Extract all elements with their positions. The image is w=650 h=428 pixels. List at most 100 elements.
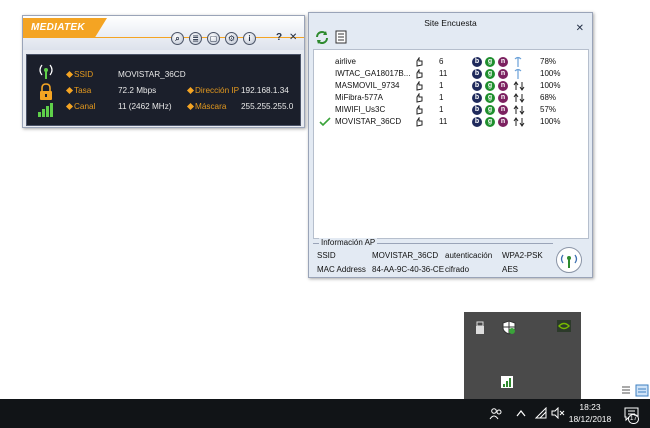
network-channel: 1	[439, 105, 444, 114]
clock-date[interactable]: 18/12/2018	[566, 414, 614, 424]
antenna-open-icon	[514, 68, 522, 79]
b-mode-badge: b	[472, 81, 482, 91]
search-icon[interactable]: ⌕	[171, 32, 184, 45]
secured-icon	[513, 105, 525, 115]
network-ssid: MiFibra-577A	[335, 93, 384, 102]
hand-icon	[416, 93, 423, 103]
mac-value: 84-AA-9C-40-36-CE	[372, 265, 445, 274]
tray-overflow-popup	[464, 312, 581, 399]
logo-underline	[23, 37, 304, 38]
network-row[interactable]: MiFibra-577A 1 b g n 68%	[314, 92, 588, 104]
details-icon[interactable]	[335, 30, 347, 44]
volume-muted-icon[interactable]	[551, 407, 565, 419]
antenna-open-icon	[514, 56, 522, 67]
n-mode-badge: n	[498, 81, 508, 91]
network-channel: 1	[439, 93, 444, 102]
network-ssid: MASMOVIL_9734	[335, 81, 400, 90]
network-row[interactable]: IWTAC_GA18017B... 11 b g n 100%	[314, 68, 588, 80]
b-mode-badge: b	[472, 105, 482, 115]
site-survey-window[interactable]: Site Encuesta ✕ airlive 6 b g n 78% IWTA…	[308, 12, 593, 278]
usb-drive-icon[interactable]	[475, 321, 485, 335]
g-mode-badge: g	[485, 81, 495, 91]
rate-label: Tasa	[74, 86, 92, 95]
hand-icon	[416, 69, 423, 79]
connection-status-panel: SSID MOVISTAR_36CD Tasa 72.2 Mbps Direcc…	[26, 54, 301, 126]
cipher-label: cifrado	[445, 265, 470, 274]
auth-label: autenticación	[445, 251, 493, 260]
g-mode-badge: g	[485, 57, 495, 67]
network-channel: 1	[439, 81, 444, 90]
g-mode-badge: g	[485, 93, 495, 103]
ip-value: 192.168.1.34	[241, 86, 289, 95]
network-ssid: IWTAC_GA18017B...	[335, 69, 411, 78]
channel-row: Canal 11 (2462 MHz) Máscara 255.255.255.…	[27, 99, 302, 115]
network-ssid: MOVISTAR_36CD	[335, 117, 402, 126]
hand-icon	[416, 117, 423, 127]
network-channel: 6	[439, 57, 444, 66]
channel-label: Canal	[74, 102, 96, 111]
wireless-utility-tray-icon[interactable]	[501, 376, 513, 388]
people-icon[interactable]	[489, 407, 503, 421]
network-channel: 11	[439, 69, 448, 78]
defender-shield-icon[interactable]	[502, 320, 516, 335]
hand-icon	[416, 105, 423, 115]
hand-icon	[416, 81, 423, 91]
mask-label: Máscara	[195, 102, 227, 111]
n-mode-badge: n	[498, 69, 508, 79]
network-ssid: MIWIFI_Us3C	[335, 105, 386, 114]
info-icon[interactable]: i	[243, 32, 256, 45]
mask-value: 255.255.255.0	[241, 102, 294, 111]
n-mode-badge: n	[498, 57, 508, 67]
network-list[interactable]: airlive 6 b g n 78% IWTAC_GA18017B... 11…	[313, 49, 589, 239]
taskbar: 18:23 18/12/2018 17	[0, 399, 650, 428]
view-toggle-icons[interactable]	[620, 384, 650, 398]
b-mode-badge: b	[472, 93, 482, 103]
notification-count-badge: 17	[628, 414, 639, 424]
rate-value: 72.2 Mbps	[118, 86, 157, 95]
rate-row: Tasa 72.2 Mbps Dirección IP 192.168.1.34	[27, 83, 302, 99]
mediatek-header[interactable]: MEDIATEK ⌕ ≣ ▢ ⚙ i ? ✕	[23, 16, 304, 50]
close-button[interactable]: ✕	[576, 23, 584, 34]
hand-icon	[416, 57, 423, 67]
mac-label: MAC Address	[317, 265, 366, 274]
refresh-icon[interactable]	[316, 31, 328, 44]
network-ssid: airlive	[335, 57, 356, 66]
network-signal: 78%	[540, 57, 557, 66]
ssid-label: SSID	[74, 70, 94, 79]
chevron-up-icon[interactable]	[516, 409, 526, 417]
document-icon[interactable]: ▢	[207, 32, 220, 45]
secured-icon	[513, 117, 525, 127]
mediatek-logo: MEDIATEK	[23, 18, 107, 37]
ssid-value: MOVISTAR_36CD	[118, 70, 186, 79]
ap-info-group: Información AP SSID MOVISTAR_36CD autent…	[313, 238, 553, 277]
channel-value: 11 (2462 MHz)	[118, 102, 172, 111]
network-row[interactable]: MASMOVIL_9734 1 b g n 100%	[314, 80, 588, 92]
b-mode-badge: b	[472, 57, 482, 67]
b-mode-badge: b	[472, 117, 482, 127]
network-signal: 100%	[540, 69, 561, 78]
network-row[interactable]: MIWIFI_Us3C 1 b g n 57%	[314, 104, 588, 116]
cipher-value: AES	[502, 265, 519, 274]
list-icon[interactable]: ≣	[189, 32, 202, 45]
mediatek-window[interactable]: MEDIATEK ⌕ ≣ ▢ ⚙ i ? ✕ SSID MOVISTAR_36C…	[22, 15, 305, 128]
n-mode-badge: n	[498, 105, 508, 115]
nvidia-icon[interactable]	[557, 320, 571, 332]
network-row-connected[interactable]: MOVISTAR_36CD 11 b g n 100%	[314, 116, 588, 128]
network-signal: 68%	[540, 93, 557, 102]
network-signal: 57%	[540, 105, 557, 114]
network-channel: 11	[439, 117, 448, 126]
settings-icon[interactable]: ⚙	[225, 32, 238, 45]
clock-time[interactable]: 18:23	[570, 402, 610, 412]
g-mode-badge: g	[485, 105, 495, 115]
close-button[interactable]: ✕	[289, 32, 297, 43]
secured-icon	[513, 81, 525, 91]
network-row[interactable]: airlive 6 b g n 78%	[314, 56, 588, 68]
network-signal: 100%	[540, 81, 561, 90]
auth-value: WPA2-PSK	[502, 251, 543, 260]
n-mode-badge: n	[498, 93, 508, 103]
ssid-row: SSID MOVISTAR_36CD	[27, 67, 302, 83]
network-wifi-icon[interactable]	[535, 407, 547, 419]
help-button[interactable]: ?	[276, 32, 282, 43]
network-signal: 100%	[540, 117, 561, 126]
wireless-connect-icon[interactable]	[555, 246, 583, 274]
